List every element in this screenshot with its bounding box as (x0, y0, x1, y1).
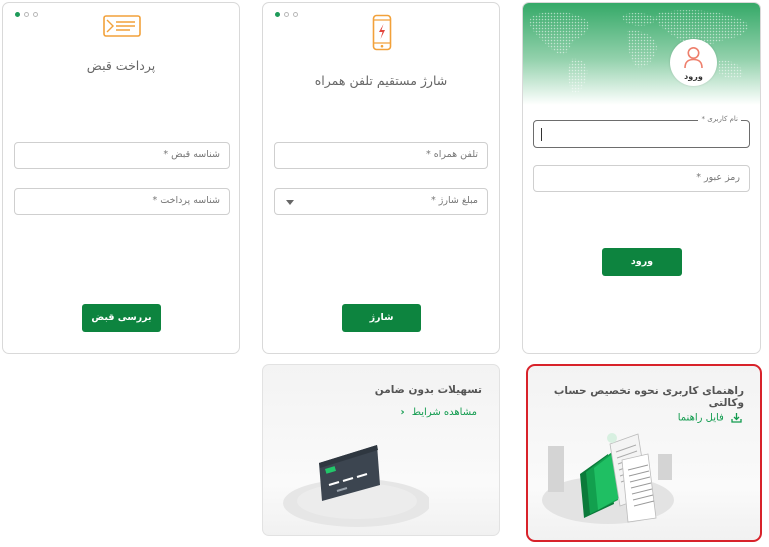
bill-payment-card: پرداخت قبض شناسه قبض * شناسه پرداخت * بر… (2, 2, 240, 354)
card-title: شارژ مستقیم تلفن همراه (314, 73, 448, 88)
carousel-dots (275, 12, 298, 17)
charge-amount-placeholder: مبلغ شارژ * (431, 195, 478, 206)
view-conditions-label: مشاهده شرایط (411, 407, 477, 418)
mobile-charge-card: شارژ مستقیم تلفن همراه تلفن همراه * مبلغ… (262, 2, 500, 354)
world-map-header (523, 3, 760, 105)
card-title: پرداخت قبض (86, 58, 156, 73)
charge-button[interactable]: شارژ (342, 304, 421, 332)
guide-title: راهنمای کاربری نحوه تخصیص حساب وکالتی (553, 385, 744, 409)
carousel-dot[interactable] (275, 12, 280, 17)
loan-title: تسهیلات بدون ضامن (374, 384, 482, 396)
loan-promo-card[interactable]: تسهیلات بدون ضامن مشاهده شرایط ‹ (262, 364, 500, 536)
username-label: نام کاربری * (698, 115, 741, 123)
carousel-dot[interactable] (284, 12, 289, 17)
carousel-dot[interactable] (293, 12, 298, 17)
carousel-dot[interactable] (33, 12, 38, 17)
password-placeholder: رمز عبور * (696, 172, 740, 183)
chevron-down-icon (286, 200, 294, 205)
login-card: ورود نام کاربری * رمز عبور * ورود (522, 2, 761, 354)
avatar: ورود (670, 39, 717, 86)
carousel-dot[interactable] (15, 12, 20, 17)
download-icon (731, 413, 742, 423)
mobile-charge-icon (372, 14, 392, 51)
view-conditions-link[interactable]: مشاهده شرایط ‹ (400, 407, 477, 418)
password-input[interactable]: رمز عبور * (533, 165, 750, 192)
documents-illustration (542, 433, 674, 524)
guide-card[interactable]: راهنمای کاربری نحوه تخصیص حساب وکالتی فا… (526, 364, 762, 542)
payment-id-placeholder: شناسه پرداخت * (152, 195, 220, 206)
payment-id-input[interactable]: شناسه پرداخت * (14, 188, 230, 215)
check-bill-button[interactable]: بررسی قبض (82, 304, 161, 332)
login-button[interactable]: ورود (602, 248, 682, 276)
bill-icon (103, 15, 141, 37)
credit-card-illustration (283, 445, 429, 527)
user-icon (684, 47, 703, 69)
chevron-left-icon: ‹ (400, 407, 405, 418)
text-cursor (541, 128, 542, 141)
bill-id-placeholder: شناسه قبض * (163, 149, 220, 160)
charge-amount-select[interactable]: مبلغ شارژ * (274, 188, 488, 215)
carousel-dots (15, 12, 38, 17)
bill-id-input[interactable]: شناسه قبض * (14, 142, 230, 169)
phone-input[interactable]: تلفن همراه * (274, 142, 488, 169)
phone-placeholder: تلفن همراه * (426, 149, 478, 160)
carousel-dot[interactable] (24, 12, 29, 17)
username-input[interactable]: نام کاربری * (533, 115, 750, 148)
avatar-label: ورود (684, 72, 703, 81)
